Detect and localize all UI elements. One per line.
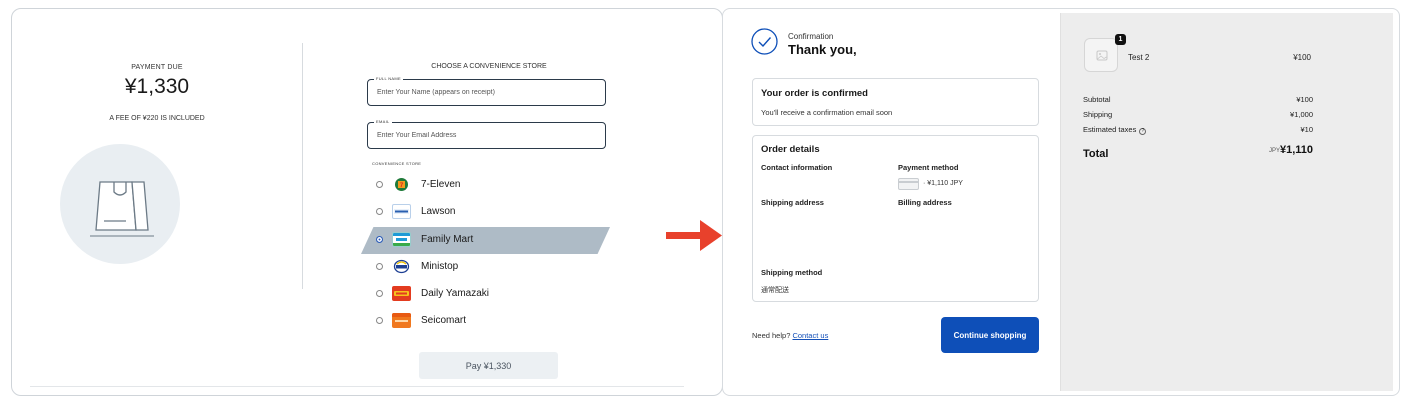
full-name-input[interactable] (377, 89, 597, 96)
bottom-divider (30, 386, 684, 387)
billing-address-label: Billing address (898, 198, 952, 207)
email-input[interactable] (377, 132, 597, 139)
contact-us-link[interactable]: Contact us (792, 331, 828, 340)
image-placeholder-icon (1096, 50, 1108, 61)
shopping-bag-illustration (60, 144, 180, 264)
radio-button[interactable] (376, 181, 383, 188)
subtotal-value: ¥100 (1296, 95, 1313, 104)
email-legend: EMAIL (374, 119, 392, 124)
choose-store-title: CHOOSE A CONVENIENCE STORE (431, 63, 547, 70)
check-circle-icon (751, 28, 778, 55)
taxes-row: Estimated taxes? ¥10 (1083, 125, 1313, 135)
fee-note: A FEE OF ¥220 IS INCLUDED (109, 115, 205, 122)
store-option-lawson[interactable]: Lawson (364, 199, 624, 226)
total-label: Total (1083, 148, 1109, 160)
payment-due-amount: ¥1,330 (124, 75, 190, 98)
order-details-box: Order details Contact information Paymen… (752, 135, 1039, 302)
store-option-7-eleven[interactable]: 7 7-Eleven (364, 172, 624, 199)
store-option-seicomart[interactable]: Seicomart (364, 308, 624, 335)
full-name-field[interactable]: FULL NAME (367, 76, 606, 106)
7-eleven-logo-icon: 7 (392, 177, 411, 192)
subtotal-row: Subtotal ¥100 (1083, 95, 1313, 104)
confirmation-label: Confirmation (788, 32, 834, 41)
order-confirmed-box: Your order is confirmed You'll receive a… (752, 78, 1039, 126)
store-name: Family Mart (421, 234, 474, 245)
shipping-row: Shipping ¥1,000 (1083, 110, 1313, 119)
full-name-legend: FULL NAME (374, 76, 404, 81)
continue-shopping-button[interactable]: Continue shopping (941, 317, 1039, 353)
email-field[interactable]: EMAIL (367, 119, 606, 149)
shopping-bag-icon (90, 181, 154, 237)
help-label: Need help? (752, 331, 791, 340)
ministop-logo-icon (392, 259, 411, 274)
order-summary-panel: 1 Test 2 ¥100 Subtotal ¥100 Shipping ¥1,… (1060, 13, 1393, 391)
order-confirmed-title: Your order is confirmed (761, 88, 868, 99)
daily-yamazaki-logo-icon (392, 286, 411, 301)
payment-due-label: PAYMENT DUE (131, 64, 183, 71)
contact-information-label: Contact information (761, 163, 833, 172)
right-arrow-icon (666, 220, 722, 251)
taxes-value: ¥10 (1300, 125, 1313, 134)
store-name: 7-Eleven (421, 179, 461, 190)
payment-card: PAYMENT DUE ¥1,330 A FEE OF ¥220 IS INCL… (11, 8, 723, 396)
radio-button[interactable] (376, 317, 383, 324)
payment-due-panel: PAYMENT DUE ¥1,330 A FEE OF ¥220 IS INCL… (12, 9, 302, 395)
order-confirmation-page: Confirmation Thank you, Your order is co… (722, 8, 1400, 396)
payment-method-label: Payment method (898, 163, 959, 172)
store-selection-panel: CHOOSE A CONVENIENCE STORE FULL NAME EMA… (361, 9, 614, 395)
convenience-store-label: CONVENIENCE STORE (372, 161, 422, 166)
shipping-method-value: 通常配送 (761, 287, 789, 294)
product-name: Test 2 (1128, 53, 1150, 62)
pay-button[interactable]: Pay ¥1,330 (419, 352, 558, 379)
product-thumbnail (1084, 38, 1118, 72)
taxes-label: Estimated taxes (1083, 125, 1137, 134)
shipping-address-label: Shipping address (761, 198, 824, 207)
total-currency: JPY (1268, 148, 1280, 154)
lawson-logo-icon (392, 204, 411, 219)
order-details-title: Order details (761, 144, 820, 155)
thank-you-heading: Thank you, (788, 42, 857, 57)
quantity-badge: 1 (1115, 34, 1126, 45)
credit-card-icon (898, 178, 919, 190)
familymart-logo-icon (392, 232, 411, 247)
payment-method-value: · ¥1,110 JPY (923, 180, 963, 187)
store-option-family-mart[interactable]: Family Mart (361, 227, 624, 254)
store-option-ministop[interactable]: Ministop (364, 254, 624, 281)
help-text: Need help? Contact us (752, 331, 828, 340)
seicomart-logo-icon (392, 313, 411, 328)
radio-button[interactable] (376, 290, 383, 297)
radio-button-selected[interactable] (376, 236, 383, 243)
total-value: ¥1,110 (1279, 144, 1313, 156)
shipping-method-label: Shipping method (761, 268, 823, 277)
subtotal-label: Subtotal (1083, 95, 1111, 104)
store-name: Daily Yamazaki (421, 288, 489, 299)
store-name: Ministop (421, 261, 459, 272)
store-name: Seicomart (421, 315, 467, 326)
store-option-daily-yamazaki[interactable]: Daily Yamazaki (364, 281, 624, 308)
total-row: Total JPY ¥1,110 (1083, 144, 1313, 162)
order-confirmed-text: You'll receive a confirmation email soon (761, 108, 893, 117)
product-price: ¥100 (1293, 53, 1311, 62)
radio-button[interactable] (376, 263, 383, 270)
shipping-value: ¥1,000 (1290, 110, 1313, 119)
radio-button[interactable] (376, 208, 383, 215)
store-name: Lawson (421, 206, 456, 217)
vertical-divider (302, 43, 303, 289)
info-icon[interactable]: ? (1139, 128, 1147, 135)
shipping-label: Shipping (1083, 110, 1113, 119)
